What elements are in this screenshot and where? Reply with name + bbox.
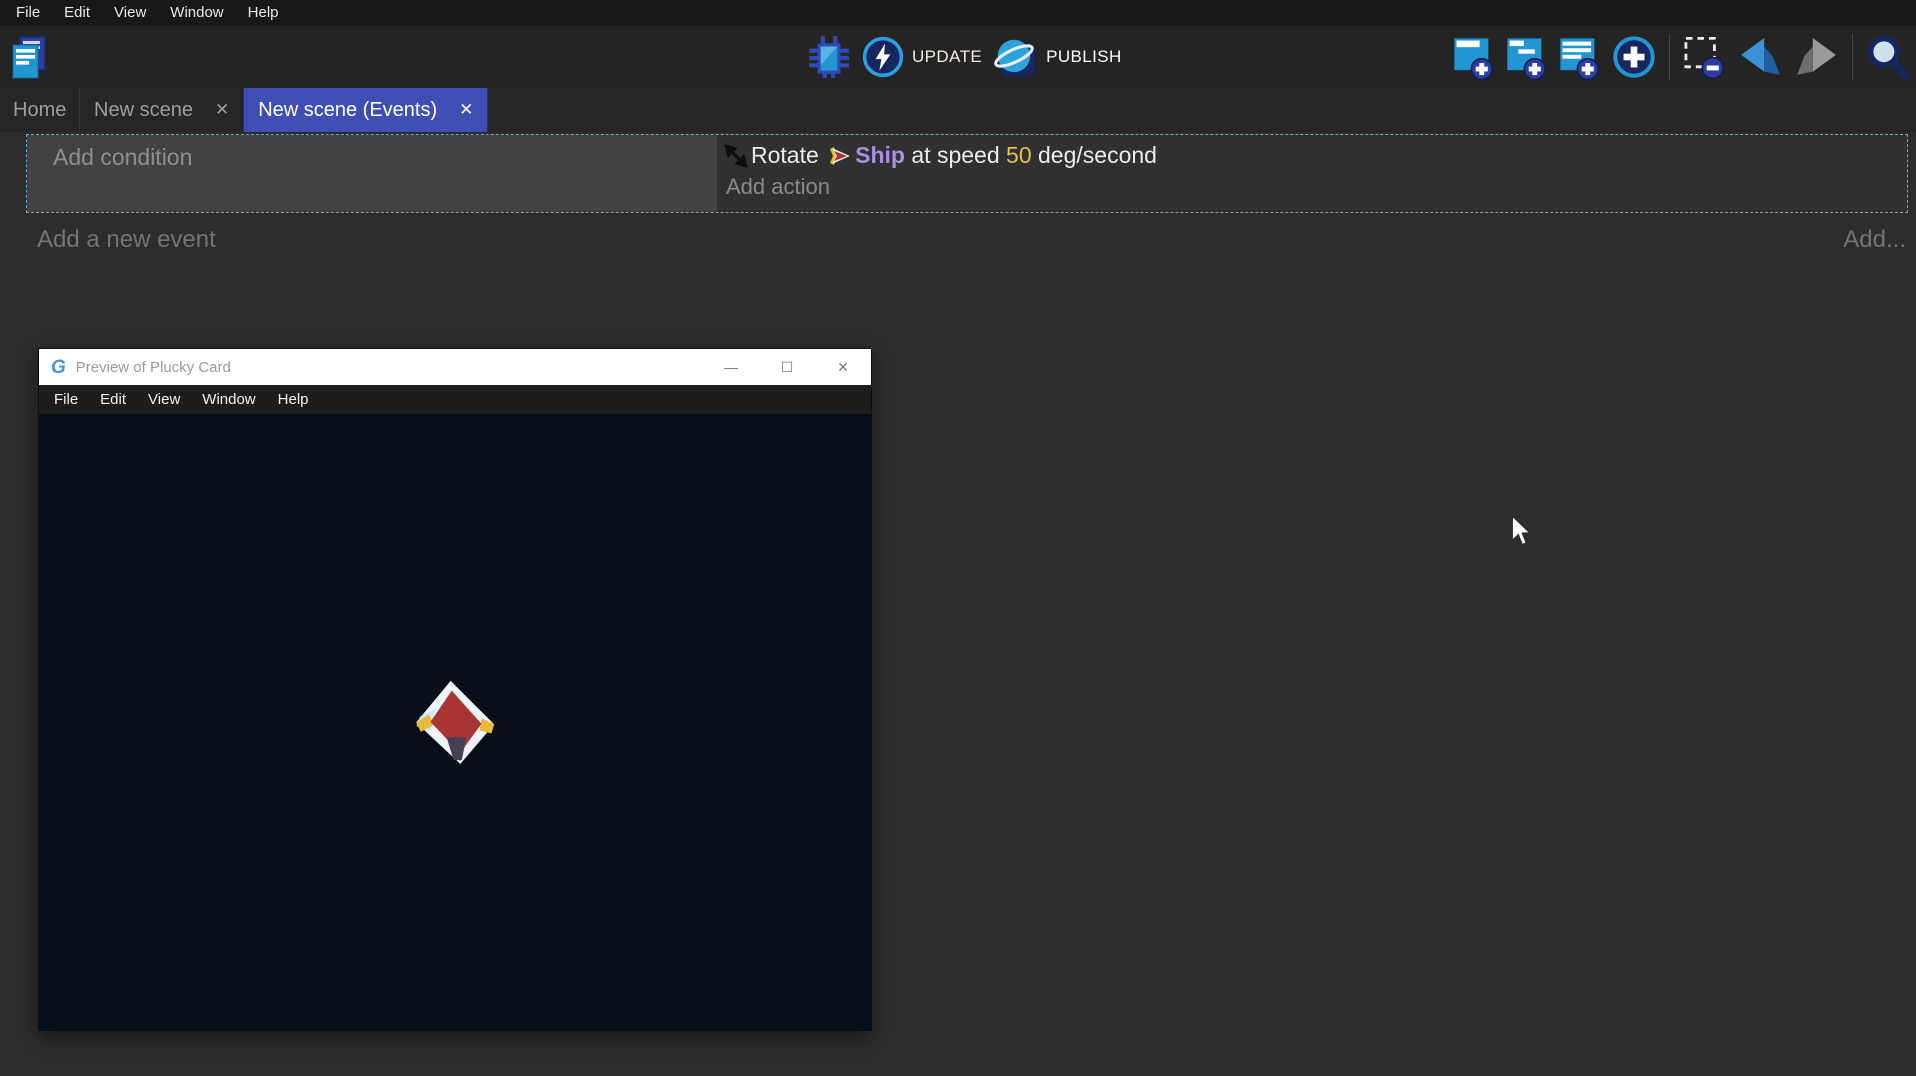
menu-edit[interactable]: Edit — [52, 0, 102, 26]
add-event-icon[interactable] — [1453, 34, 1493, 80]
update-button[interactable]: UPDATE — [862, 36, 982, 78]
debug-icon[interactable] — [806, 34, 852, 80]
add-new-event-link[interactable]: Add a new event — [37, 226, 216, 254]
close-button[interactable]: ✕ — [815, 349, 871, 385]
add-comment-icon[interactable] — [1559, 34, 1599, 80]
preview-window-title: Preview of Plucky Card — [76, 359, 703, 376]
publish-label: PUBLISH — [1046, 47, 1122, 67]
toolbar-separator — [1852, 34, 1853, 80]
app-menubar: File Edit View Window Help — [0, 0, 1916, 26]
tab-label: Home — [13, 99, 66, 122]
minimize-button[interactable]: — — [703, 349, 759, 385]
add-condition-link[interactable]: Add condition — [53, 144, 192, 170]
ship-object-icon — [829, 145, 851, 167]
search-icon[interactable] — [1866, 34, 1908, 80]
update-label: UPDATE — [912, 47, 982, 67]
tab-close-icon[interactable]: ✕ — [459, 100, 473, 120]
preview-titlebar[interactable]: G Preview of Plucky Card — ☐ ✕ — [39, 349, 871, 385]
action-verb: Rotate — [751, 142, 825, 169]
preview-menu-view[interactable]: View — [137, 391, 191, 408]
menu-file[interactable]: File — [4, 0, 52, 26]
event-row[interactable]: Add condition Rotate Ship a — [26, 134, 1908, 213]
add-subevent-icon[interactable] — [1506, 34, 1546, 80]
undo-icon[interactable] — [1738, 37, 1782, 77]
menu-help[interactable]: Help — [236, 0, 291, 26]
publish-button[interactable]: PUBLISH — [992, 34, 1122, 80]
preview-menubar: File Edit View Window Help — [39, 385, 871, 414]
delete-selection-icon[interactable] — [1683, 34, 1725, 80]
preview-menu-file[interactable]: File — [43, 391, 89, 408]
action-connector: at speed — [905, 142, 1006, 169]
redo-icon[interactable] — [1795, 37, 1839, 77]
action-value: 50 — [1006, 142, 1032, 169]
gdevelop-logo-icon: G — [51, 358, 66, 377]
update-lightning-icon — [862, 36, 904, 78]
ship-sprite — [409, 677, 501, 767]
tab-new-scene[interactable]: New scene ✕ — [80, 88, 244, 132]
main-toolbar: UPDATE PUBLISH — [0, 26, 1916, 88]
tab-bar: Home New scene ✕ New scene (Events) ✕ — [0, 88, 1916, 132]
project-manager-icon[interactable] — [10, 34, 48, 82]
add-more-button[interactable]: Add... — [1843, 226, 1906, 254]
menu-view[interactable]: View — [102, 0, 158, 26]
add-action-link[interactable]: Add action — [723, 174, 1907, 200]
tab-label: New scene (Events) — [258, 99, 437, 122]
toolbar-separator — [1669, 34, 1670, 80]
publish-planet-icon — [992, 34, 1038, 80]
tab-home[interactable]: Home — [0, 88, 80, 132]
preview-menu-help[interactable]: Help — [267, 391, 320, 408]
tab-close-icon[interactable]: ✕ — [215, 100, 229, 120]
maximize-button[interactable]: ☐ — [759, 349, 815, 385]
tab-new-scene-events[interactable]: New scene (Events) ✕ — [244, 88, 488, 132]
tab-label: New scene — [94, 99, 193, 122]
preview-window[interactable]: G Preview of Plucky Card — ☐ ✕ File Edit… — [38, 348, 872, 1031]
add-circle-icon[interactable] — [1612, 35, 1656, 79]
event-actions-column[interactable]: Rotate Ship at speed 50 deg/second Add a… — [717, 135, 1907, 212]
action-rotate-ship[interactable]: Rotate Ship at speed 50 deg/second — [723, 142, 1907, 169]
menu-window[interactable]: Window — [158, 0, 235, 26]
rotate-action-icon — [723, 143, 749, 169]
event-conditions-column[interactable]: Add condition — [27, 135, 717, 212]
action-unit: deg/second — [1032, 142, 1157, 169]
action-object-name: Ship — [855, 142, 905, 169]
game-canvas[interactable] — [39, 414, 871, 1030]
preview-menu-edit[interactable]: Edit — [89, 391, 137, 408]
preview-menu-window[interactable]: Window — [191, 391, 266, 408]
